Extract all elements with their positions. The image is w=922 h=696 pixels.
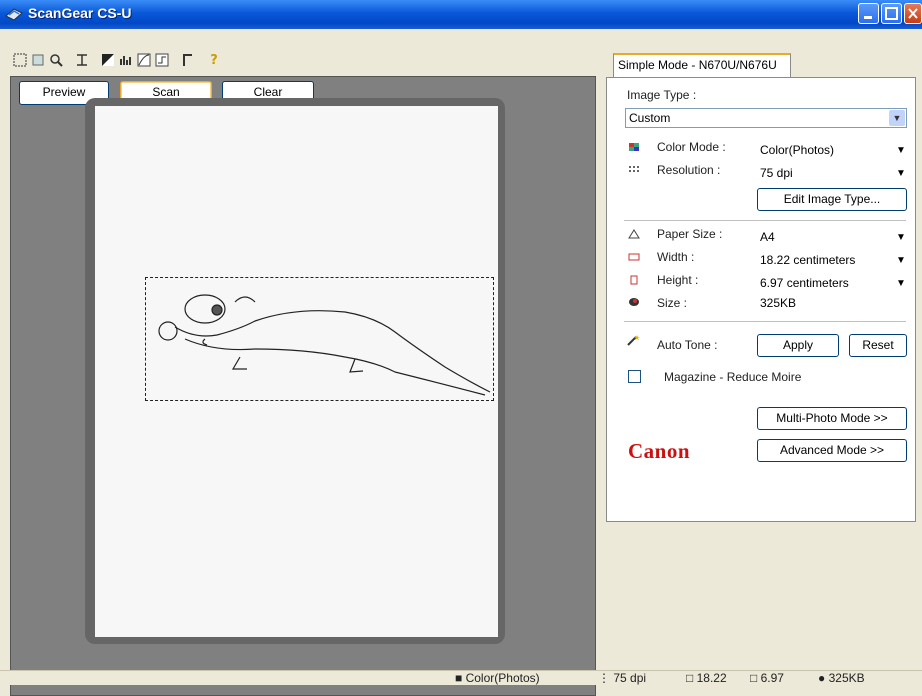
auto-tone-wand-icon (627, 335, 640, 346)
status-bar: ■ Color(Photos) ⋮ 75 dpi □ 18.22 □ 6.97 … (0, 670, 922, 685)
color-mode-icon (629, 143, 639, 151)
paper-size-select[interactable]: A4 (760, 230, 775, 244)
size-label: Size : (657, 296, 688, 310)
maximize-icon (885, 7, 898, 20)
paper-size-label: Paper Size : (657, 227, 723, 241)
title-bar: ScanGear CS-U (0, 0, 922, 29)
minimize-button[interactable] (858, 3, 879, 24)
scan-selection-rectangle[interactable] (145, 277, 494, 401)
divider (624, 321, 906, 322)
size-value: 325KB (760, 296, 797, 310)
threshold-icon[interactable] (154, 52, 170, 68)
apply-button[interactable]: Apply (757, 334, 839, 357)
maximize-button[interactable] (881, 3, 902, 24)
tab-simple-mode[interactable]: Simple Mode - N670U/N676U (613, 53, 791, 77)
status-color-mode: ■ Color(Photos) (455, 671, 540, 685)
image-type-select[interactable]: Custom ▼ (625, 108, 907, 128)
paper-size-icon (628, 229, 640, 239)
close-icon (908, 8, 918, 19)
minimize-icon (864, 16, 872, 19)
status-height: □ 6.97 (750, 671, 784, 685)
width-select[interactable]: 18.22 centimeters (760, 253, 855, 267)
divider (624, 220, 906, 221)
edit-image-type-button[interactable]: Edit Image Type... (757, 188, 907, 211)
width-icon (628, 253, 640, 261)
help-icon[interactable]: ? (206, 52, 222, 68)
status-resolution: ⋮ 75 dpi (598, 671, 647, 685)
magazine-reduce-moire-label: Magazine - Reduce Moire (664, 370, 802, 384)
histogram-icon[interactable] (118, 52, 134, 68)
zoom-icon[interactable] (48, 52, 64, 68)
toolbar: ? (12, 51, 222, 69)
advanced-mode-button[interactable]: Advanced Mode >> (757, 439, 907, 462)
close-button[interactable] (904, 3, 922, 24)
window-title: ScanGear CS-U (28, 5, 132, 21)
marquee-icon[interactable] (12, 52, 28, 68)
multi-photo-mode-button[interactable]: Multi-Photo Mode >> (757, 407, 907, 430)
scanner-app-icon (5, 8, 23, 21)
status-width: □ 18.22 (686, 671, 727, 685)
chevron-down-icon[interactable]: ▼ (889, 110, 905, 126)
width-label: Width : (657, 250, 695, 264)
magazine-reduce-moire-checkbox[interactable] (628, 370, 641, 383)
resolution-dropdown-icon[interactable]: ▼ (896, 168, 906, 179)
color-mode-select[interactable]: Color(Photos) (760, 143, 834, 157)
tone-curve-icon[interactable] (136, 52, 152, 68)
reset-button[interactable]: Reset (849, 334, 907, 357)
height-select[interactable]: 6.97 centimeters (760, 276, 849, 290)
client-area: ? Preview Scan Clear Simple Mode - N670U… (0, 29, 922, 696)
color-mode-label: Color Mode : (657, 140, 726, 154)
resolution-select[interactable]: 75 dpi (760, 166, 793, 180)
resolution-label: Resolution : (657, 163, 721, 177)
height-icon (630, 275, 638, 285)
size-icon (629, 298, 639, 306)
contrast-icon[interactable] (100, 52, 116, 68)
image-type-value: Custom (629, 111, 671, 125)
color-mode-dropdown-icon[interactable]: ▼ (896, 145, 906, 156)
status-size: ● 325KB (818, 671, 865, 685)
resolution-icon (629, 166, 639, 172)
height-dropdown-icon[interactable]: ▼ (896, 278, 906, 289)
width-dropdown-icon[interactable]: ▼ (896, 255, 906, 266)
image-type-label: Image Type : (627, 88, 697, 102)
height-label: Height : (657, 273, 699, 287)
paper-size-dropdown-icon[interactable]: ▼ (896, 232, 906, 243)
canon-logo: Canon (628, 439, 691, 463)
auto-tone-label: Auto Tone : (657, 338, 718, 352)
measure-icon[interactable] (74, 52, 90, 68)
auto-crop-icon[interactable] (30, 52, 46, 68)
preferences-icon[interactable] (180, 52, 196, 68)
